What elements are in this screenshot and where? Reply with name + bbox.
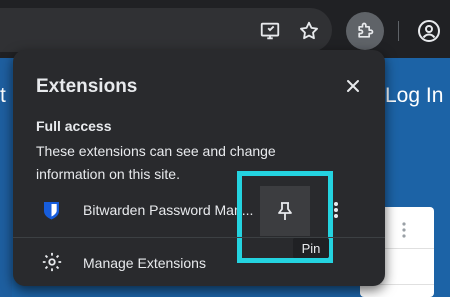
manage-extensions-button[interactable]: Manage Extensions [83, 255, 206, 271]
address-bar[interactable] [0, 8, 332, 52]
login-link[interactable]: Log In [385, 84, 443, 108]
card-menu-icon[interactable] [400, 220, 408, 240]
popup-divider [13, 237, 385, 238]
profile-icon[interactable] [416, 18, 442, 44]
bitwarden-icon [44, 202, 59, 220]
cast-icon[interactable] [258, 19, 282, 43]
popup-title: Extensions [36, 76, 138, 97]
extensions-button[interactable] [346, 12, 384, 50]
toolbar-divider [398, 21, 399, 41]
more-options-icon[interactable] [332, 200, 340, 220]
extensions-puzzle-icon [358, 22, 374, 38]
page-nav-text[interactable]: t [0, 84, 6, 108]
full-access-heading: Full access [36, 118, 112, 134]
close-icon[interactable] [341, 74, 365, 98]
gear-icon [42, 252, 62, 272]
pin-tooltip: Pin [293, 238, 329, 258]
extension-name[interactable]: Bitwarden Password Man... [83, 202, 263, 218]
bookmark-star-icon[interactable] [297, 19, 321, 43]
